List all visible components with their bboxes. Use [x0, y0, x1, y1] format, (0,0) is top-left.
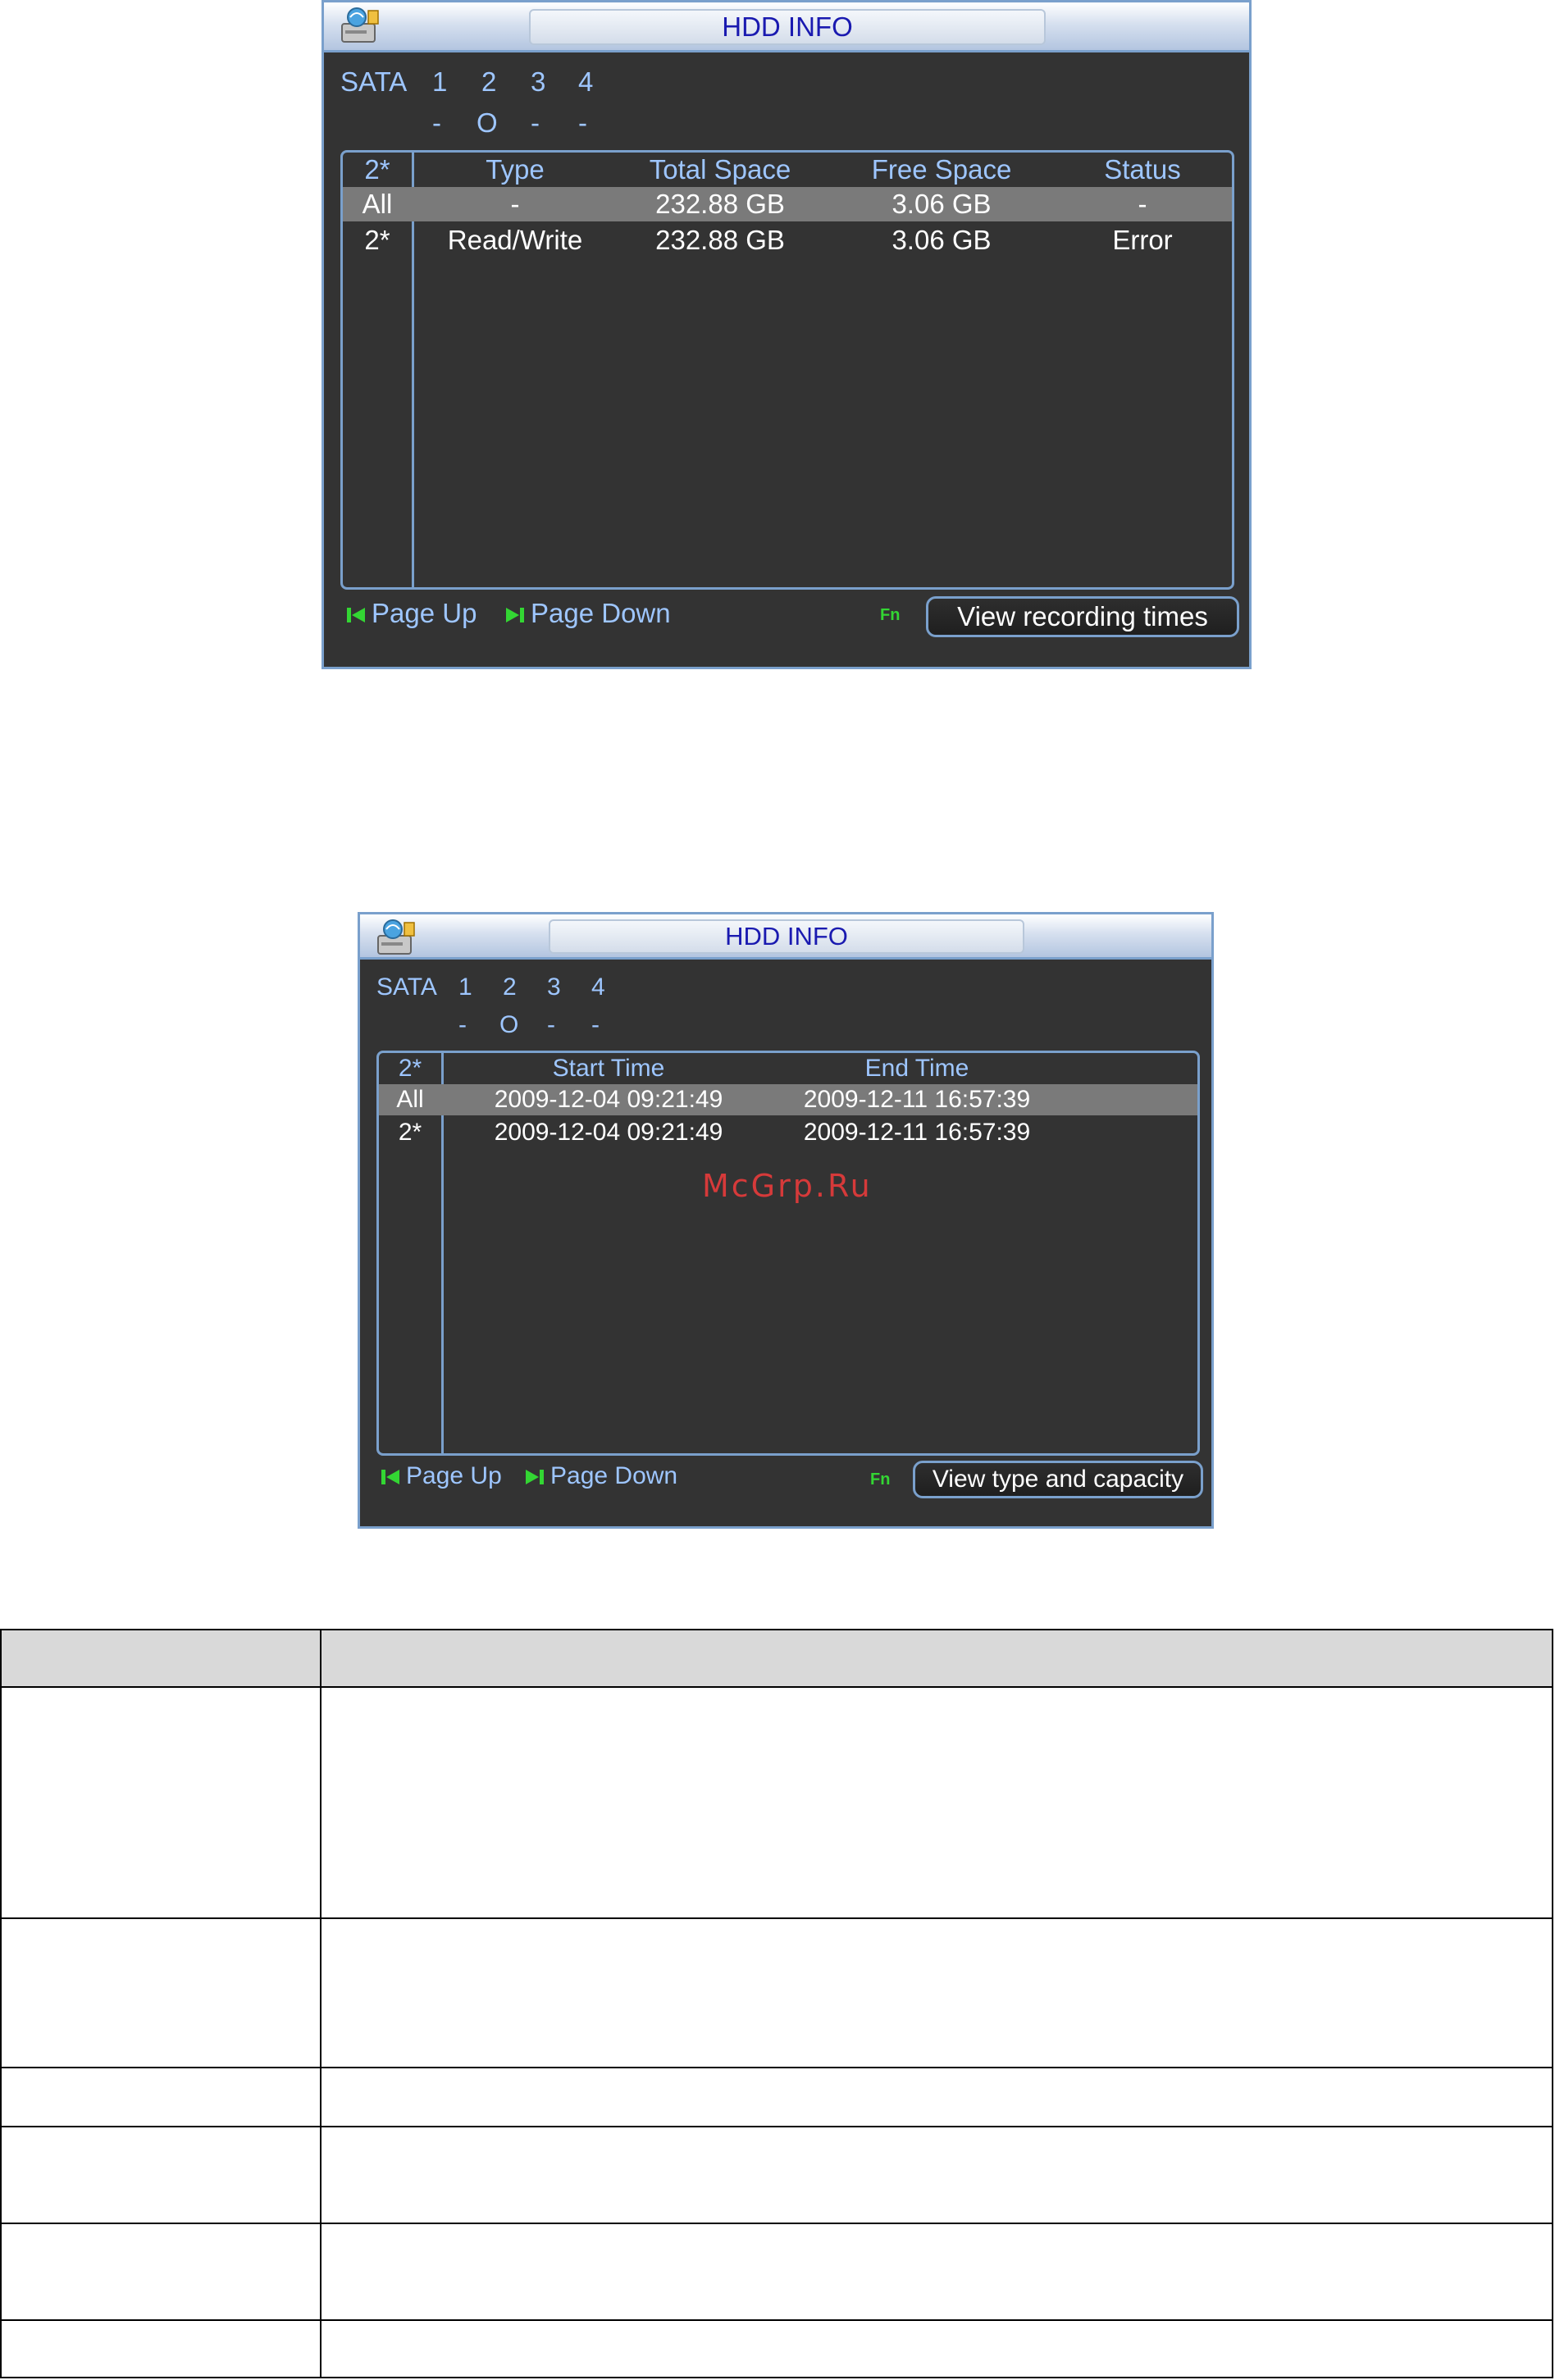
sata-port-1: 1: [458, 973, 472, 1001]
row-all-type: -: [510, 189, 520, 219]
row-disk2-id[interactable]: 2*: [343, 225, 412, 256]
page-down-link[interactable]: Page Down: [504, 598, 671, 629]
view-type-and-capacity-button[interactable]: View type and capacity: [913, 1461, 1203, 1498]
hdd-info-dialog-capacity: HDD INFO SATA 1 2 3 4 - O - - 2* Type To…: [321, 0, 1252, 669]
row-all-status: -: [1138, 189, 1147, 219]
page-up-label: Page Up: [406, 1462, 502, 1489]
sata-port-2: 2: [481, 66, 497, 97]
column-header-status: Status: [1104, 154, 1181, 185]
row-disk2-id[interactable]: 2*: [379, 1119, 441, 1147]
page-down-label: Page Down: [531, 598, 671, 628]
column-header-type: Type: [486, 154, 545, 185]
row-all-free: 3.06 GB: [892, 189, 992, 219]
table-row: [0, 1686, 1553, 1919]
row-all-start: 2009-12-04 09:21:49: [494, 1086, 723, 1113]
page-up-icon: [347, 608, 365, 623]
fn-key-icon: Fn: [880, 606, 901, 624]
hdd-icon: [341, 7, 379, 43]
dialog-title: HDD INFO: [549, 919, 1024, 954]
page-up-icon: [381, 1470, 399, 1485]
row-disk2-end: 2009-12-11 16:57:39: [803, 1119, 1031, 1146]
page-down-label: Page Down: [550, 1462, 678, 1489]
hdd-capacity-list[interactable]: 2* Type Total Space Free Space Status Al…: [340, 150, 1234, 590]
sata-status-3: -: [547, 1011, 555, 1038]
sata-label: SATA: [376, 973, 437, 1001]
table-row: [0, 2067, 1553, 2127]
hdd-times-list[interactable]: 2* Start Time End Time All 2009-12-04 09…: [376, 1051, 1200, 1456]
sata-port-3: 3: [547, 973, 561, 1001]
title-bar: HDD INFO: [324, 2, 1249, 52]
dialog-title: HDD INFO: [529, 9, 1046, 45]
sata-port-4: 4: [591, 973, 605, 1001]
sata-port-1: 1: [432, 66, 448, 97]
sata-status-1: -: [432, 107, 441, 138]
sata-number-row: SATA 1 2 3 4: [340, 66, 668, 99]
column-header-disk: 2*: [398, 1055, 422, 1082]
sata-status-1: -: [458, 1011, 467, 1038]
sata-status-row: - O - -: [340, 107, 668, 140]
row-all-id: All: [362, 189, 393, 219]
row-disk2-status: Error: [1112, 225, 1173, 255]
table-row: [0, 2126, 1553, 2224]
column-header-start-time: Start Time: [552, 1055, 665, 1082]
hdd-icon: [377, 919, 415, 955]
column-header-total-space: Total Space: [649, 154, 791, 185]
sata-port-4: 4: [578, 66, 594, 97]
sata-port-3: 3: [531, 66, 546, 97]
column-header-end-time: End Time: [864, 1055, 969, 1082]
table-header-row: [0, 1629, 1553, 1688]
row-all-id: All: [396, 1086, 424, 1113]
title-bar: HDD INFO: [360, 914, 1211, 960]
sata-status-4: -: [591, 1011, 600, 1038]
row-disk2-start: 2009-12-04 09:21:49: [494, 1119, 723, 1146]
page-up-link[interactable]: Page Up: [345, 598, 477, 629]
row-disk2-free: 3.06 GB: [892, 225, 992, 255]
view-recording-times-button[interactable]: View recording times: [926, 596, 1239, 637]
sata-status-2: O: [477, 107, 498, 138]
watermark: McGrp.Ru: [702, 1168, 873, 1204]
page-down-icon: [506, 608, 524, 623]
sata-port-2: 2: [503, 973, 517, 1001]
row-disk2-total: 232.88 GB: [655, 225, 785, 255]
page-up-link[interactable]: Page Up: [380, 1462, 502, 1490]
sata-status-4: -: [578, 107, 587, 138]
sata-status-2: O: [499, 1011, 519, 1038]
page-down-link[interactable]: Page Down: [524, 1462, 677, 1490]
row-disk2-type: Read/Write: [447, 225, 583, 255]
fn-key-icon: Fn: [870, 1470, 891, 1489]
column-header-disk: 2*: [364, 154, 390, 185]
column-header-free-space: Free Space: [871, 154, 1012, 185]
table-row: [0, 2319, 1553, 2378]
table-row: [0, 1917, 1553, 2068]
row-all-total: 232.88 GB: [655, 189, 785, 219]
page-up-label: Page Up: [372, 598, 477, 628]
description-table: [0, 1629, 1553, 2378]
sata-number-row: SATA 1 2 3 4: [376, 973, 705, 1005]
sata-label: SATA: [340, 66, 408, 97]
page-down-icon: [526, 1470, 544, 1485]
hdd-info-dialog-times: HDD INFO SATA 1 2 3 4 - O - - 2* Start T…: [358, 912, 1214, 1529]
sata-status-3: -: [531, 107, 540, 138]
table-row: [0, 2223, 1553, 2321]
sata-status-row: - O - -: [376, 1011, 705, 1042]
row-all-end: 2009-12-11 16:57:39: [803, 1086, 1031, 1113]
